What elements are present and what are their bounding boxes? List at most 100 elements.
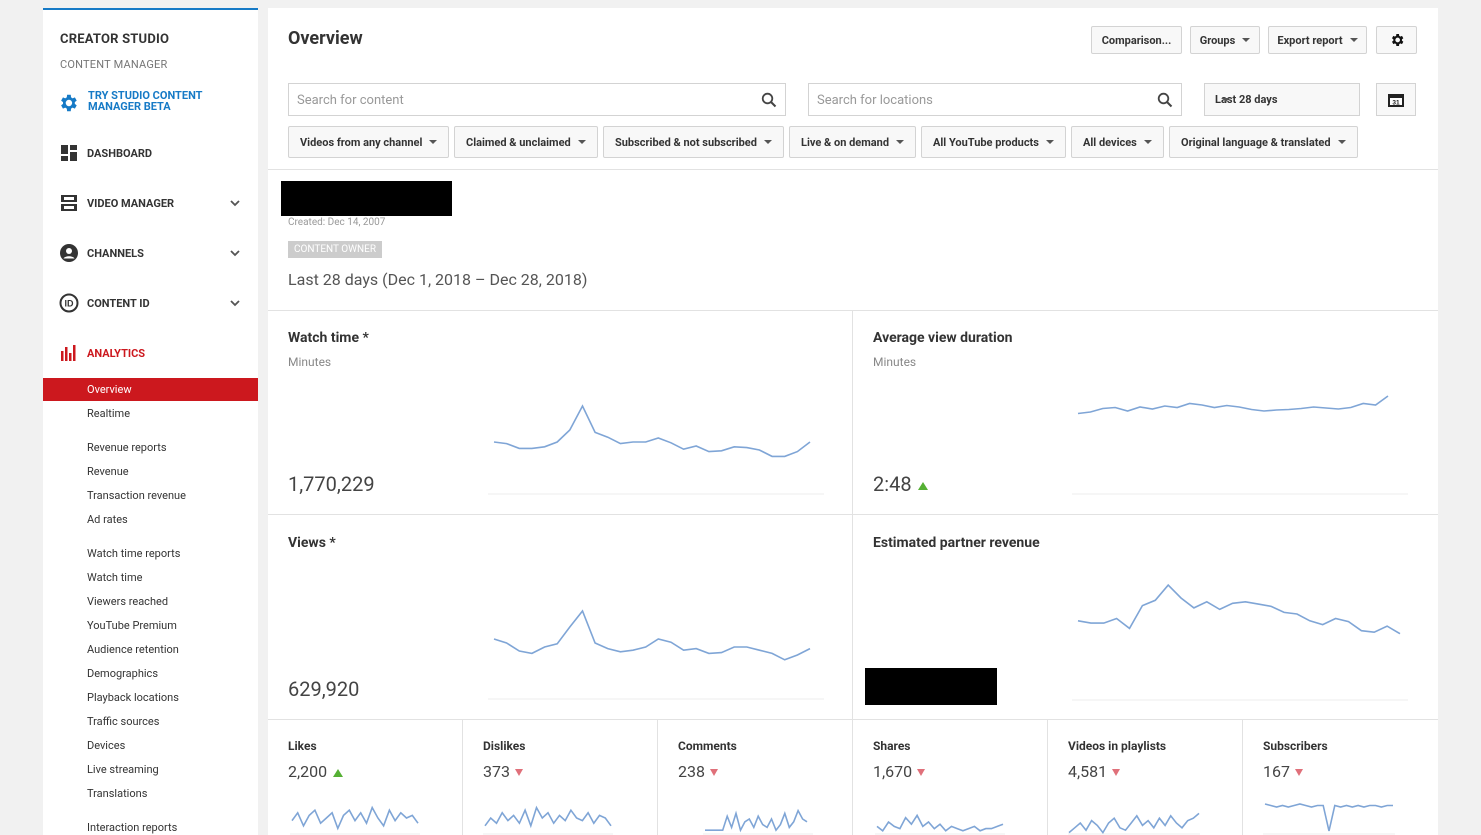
card-unit: Minutes (288, 355, 332, 369)
nav-analytics[interactable]: ANALYTICS (43, 340, 258, 366)
shares-sparkline (875, 813, 1005, 835)
nav-content-id[interactable]: ID CONTENT ID (43, 290, 258, 316)
subscribers-card[interactable]: Subscribers 167 (1243, 720, 1438, 835)
try-beta-link[interactable]: TRY STUDIO CONTENT MANAGER BETA (57, 90, 218, 114)
filter-language[interactable]: Original language & translated (1169, 126, 1358, 158)
videos-in-playlists-card[interactable]: Videos in playlists 4,581 (1048, 720, 1242, 835)
avg-view-duration-card[interactable]: Average view duration Minutes 2:48 (853, 310, 1438, 514)
search-icon[interactable] (761, 92, 777, 108)
sidebar-item-watch-time[interactable]: Watch time (87, 571, 142, 584)
revenue-card[interactable]: Estimated partner revenue (853, 515, 1438, 719)
nav-analytics-label: ANALYTICS (87, 346, 146, 360)
chevron-down-icon[interactable] (229, 247, 241, 259)
card-value: 167 (1263, 762, 1303, 781)
sidebar-item-audience-retention[interactable]: Audience retention (87, 643, 179, 656)
likes-card[interactable]: Likes 2,200 (268, 720, 462, 835)
sidebar-title[interactable]: CREATOR STUDIO (60, 32, 169, 47)
card-value: 629,920 (288, 677, 360, 701)
page-title: Overview (288, 28, 363, 49)
calendar-day: 31 (1392, 99, 1400, 106)
views-card[interactable]: Views * 629,920 (268, 515, 852, 719)
card-title: Estimated partner revenue (873, 535, 1040, 551)
sidebar-item-watch-time-reports[interactable]: Watch time reports (87, 547, 180, 560)
sidebar-item-ad-rates[interactable]: Ad rates (87, 513, 128, 526)
comments-card[interactable]: Comments 238 (658, 720, 852, 835)
nav-channels[interactable]: CHANNELS (43, 240, 258, 266)
sidebar-item-playback-locations[interactable]: Playback locations (87, 691, 179, 704)
avg-view-duration-sparkline (1072, 395, 1408, 495)
sidebar-item-revenue-reports[interactable]: Revenue reports (87, 441, 167, 454)
comparison-button[interactable]: Comparison... (1091, 26, 1182, 54)
sidebar-item-overview[interactable]: Overview (43, 378, 258, 401)
card-value: 238 (678, 762, 718, 781)
sidebar-item-devices[interactable]: Devices (87, 739, 125, 752)
likes-sparkline (290, 805, 420, 835)
nav-dashboard[interactable]: DASHBOARD (43, 140, 258, 166)
subscribers-sparkline (1263, 803, 1395, 835)
search-icon[interactable] (1157, 92, 1173, 108)
card-value: 1,770,229 (288, 472, 375, 496)
try-beta-label: TRY STUDIO CONTENT MANAGER BETA (88, 89, 203, 113)
caret-down-icon (1143, 140, 1152, 144)
search-locations-input[interactable]: Search for locations (808, 83, 1182, 116)
revenue-sparkline (1072, 583, 1408, 701)
shares-card[interactable]: Shares 1,670 (853, 720, 1047, 835)
filter-subscribed[interactable]: Subscribed & not subscribed (603, 126, 784, 158)
card-title: Subscribers (1263, 739, 1328, 753)
groups-button[interactable]: Groups (1190, 26, 1260, 54)
filter-label: All devices (1083, 135, 1137, 149)
sidebar-item-traffic-sources[interactable]: Traffic sources (87, 715, 159, 728)
sidebar-item-realtime[interactable]: Realtime (87, 407, 130, 420)
created-date: Created: Dec 14, 2007 (288, 217, 386, 228)
filter-live[interactable]: Live & on demand (789, 126, 917, 158)
nav-video-manager[interactable]: VIDEO MANAGER (43, 190, 258, 216)
card-value-text: 373 (483, 762, 510, 781)
gear-icon (61, 94, 77, 112)
search-content-input[interactable]: Search for content (288, 83, 786, 116)
sidebar-item-transaction-revenue[interactable]: Transaction revenue (87, 489, 186, 502)
search-locations-placeholder: Search for locations (817, 93, 933, 108)
caret-down-icon (763, 140, 772, 144)
filter-label: All YouTube products (933, 135, 1039, 149)
export-report-button[interactable]: Export report (1268, 26, 1367, 54)
sidebar-item-revenue[interactable]: Revenue (87, 465, 129, 478)
channels-icon (60, 244, 78, 262)
filter-products[interactable]: All YouTube products (921, 126, 1066, 158)
sidebar-item-live-streaming[interactable]: Live streaming (87, 763, 159, 776)
calendar-button[interactable]: 31 (1376, 83, 1416, 116)
filter-channel[interactable]: Videos from any channel (288, 126, 450, 158)
caret-down-icon (429, 140, 438, 144)
card-title: Shares (873, 739, 911, 753)
date-range-select[interactable]: Last 28 days (1204, 83, 1360, 116)
groups-label: Groups (1199, 33, 1236, 47)
filter-label: Videos from any channel (300, 135, 423, 149)
filter-claimed[interactable]: Claimed & unclaimed (454, 126, 598, 158)
card-value-text: 238 (678, 762, 705, 781)
sparkline-path (484, 805, 612, 829)
trend-down-icon (709, 769, 718, 777)
filter-devices[interactable]: All devices (1071, 126, 1164, 158)
sidebar-item-translations[interactable]: Translations (87, 787, 147, 800)
sidebar-subtitle: CONTENT MANAGER (60, 58, 168, 71)
sidebar-item-interaction-reports[interactable]: Interaction reports (87, 821, 177, 834)
dislikes-card[interactable]: Dislikes 373 (463, 720, 657, 835)
card-unit: Minutes (873, 355, 917, 369)
sidebar-item-viewers-reached[interactable]: Viewers reached (87, 595, 168, 608)
card-value-text: 2:48 (873, 472, 912, 496)
settings-button[interactable] (1376, 26, 1417, 54)
sparkline-path (1077, 583, 1401, 635)
card-value-text: 4,581 (1068, 762, 1108, 781)
card-value: 1,670 (873, 762, 926, 781)
watch-time-card[interactable]: Watch time * Minutes 1,770,229 (268, 310, 852, 514)
filter-label: Claimed & unclaimed (466, 135, 571, 149)
sparkline-path (705, 808, 808, 833)
sidebar-item-youtube-premium[interactable]: YouTube Premium (87, 619, 177, 632)
content-owner-badge: CONTENT OWNER (288, 241, 383, 258)
chevron-down-icon[interactable] (229, 197, 241, 209)
chevron-down-icon[interactable] (229, 297, 241, 309)
caret-down-icon (1222, 98, 1230, 102)
card-title: Average view duration (873, 330, 1013, 346)
redacted-revenue-value (865, 668, 997, 705)
sidebar-item-demographics[interactable]: Demographics (87, 667, 158, 680)
card-title: Dislikes (483, 739, 526, 753)
